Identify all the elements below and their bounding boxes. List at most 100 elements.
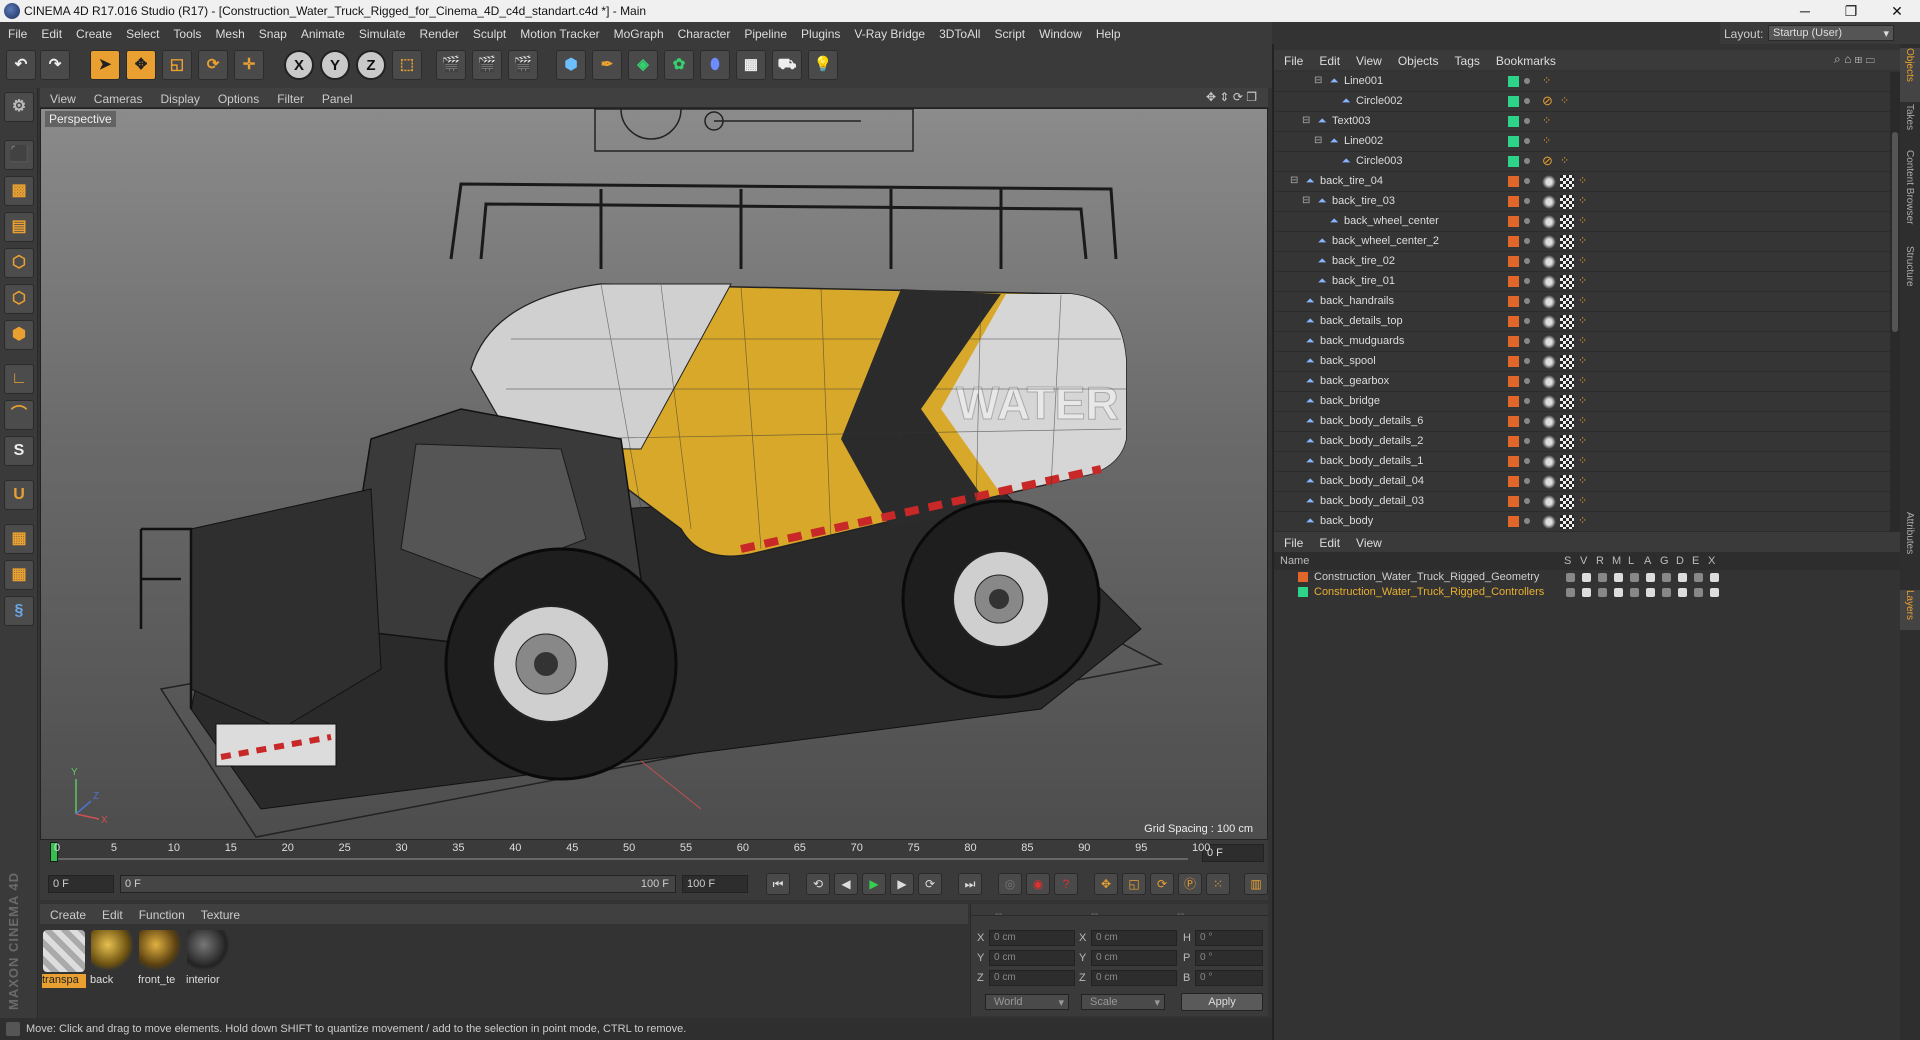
add-camera-button[interactable]: ⛟ [772, 50, 802, 80]
menu-animate[interactable]: Animate [293, 22, 351, 41]
play-button[interactable]: ▶ [862, 873, 886, 895]
timeline-window-button[interactable]: ▥ [1244, 873, 1268, 895]
layer-flag-toggle[interactable] [1630, 588, 1639, 597]
layer-color-swatch[interactable] [1508, 516, 1519, 527]
material-tag-icon[interactable] [1542, 415, 1556, 429]
weight-tag-icon[interactable]: ⁘ [1578, 514, 1587, 527]
texture-tag-icon[interactable] [1560, 415, 1574, 429]
material-tag-icon[interactable] [1542, 475, 1556, 489]
layer-column-s[interactable]: S [1564, 555, 1571, 567]
add-nurbs-button[interactable]: ◈ [628, 50, 658, 80]
texture-tag-icon[interactable] [1560, 515, 1574, 529]
preview-range-slider[interactable]: 0 F 100 F [120, 875, 676, 893]
layer-color-swatch[interactable] [1298, 572, 1308, 582]
visibility-dot[interactable] [1524, 258, 1530, 264]
texture-tag-icon[interactable] [1560, 335, 1574, 349]
object-menu-objects[interactable]: Objects [1388, 50, 1445, 68]
material-tag-icon[interactable] [1542, 275, 1556, 289]
planar-workplane-button[interactable]: ▦ [4, 560, 34, 590]
side-tab-content-browser[interactable]: Content Browser [1900, 150, 1920, 244]
weight-tag-icon[interactable]: ⁘ [1578, 414, 1587, 427]
maximize-view-icon[interactable]: ❐ [1246, 90, 1257, 104]
material-tag-icon[interactable] [1542, 515, 1556, 529]
keyframe-selection-button[interactable]: ? [1054, 873, 1078, 895]
orbit-icon[interactable]: ⟳ [1233, 90, 1243, 104]
make-editable-button[interactable]: ⚙ [4, 92, 34, 122]
autokey-button[interactable]: ◉ [1026, 873, 1050, 895]
material-tag-icon[interactable] [1542, 375, 1556, 389]
weight-tag-icon[interactable]: ⁘ [1578, 234, 1587, 247]
add-light-button[interactable]: 💡 [808, 50, 838, 80]
texture-tag-icon[interactable] [1560, 255, 1574, 269]
object-row[interactable]: ⏶ back_mudguards ⁘ [1274, 332, 1890, 352]
visibility-dot[interactable] [1524, 358, 1530, 364]
undo-button[interactable]: ↶ [6, 50, 36, 80]
rotate-tool-button[interactable]: ⟳ [198, 50, 228, 80]
menu-script[interactable]: Script [986, 22, 1031, 41]
viewport-menu-options[interactable]: Options [208, 88, 267, 106]
size-y-field[interactable]: 0 cm [1091, 950, 1177, 966]
layer-color-swatch[interactable] [1508, 196, 1519, 207]
pos-z-field[interactable]: 0 cm [989, 970, 1075, 986]
layer-flag-toggle[interactable] [1678, 588, 1687, 597]
menu-render[interactable]: Render [412, 22, 465, 41]
texture-tag-icon[interactable] [1560, 315, 1574, 329]
material-tag-icon[interactable] [1542, 175, 1556, 189]
layer-flag-toggle[interactable] [1710, 588, 1719, 597]
model-mode-button[interactable]: ⬛ [4, 140, 34, 170]
object-row[interactable]: ⏶ back_wheel_center_2 ⁘ [1274, 232, 1890, 252]
texture-tag-icon[interactable] [1560, 475, 1574, 489]
weight-tag-icon[interactable]: ⁘ [1578, 494, 1587, 507]
expand-toggle-icon[interactable]: ⊟ [1302, 195, 1310, 206]
texture-tag-icon[interactable] [1560, 275, 1574, 289]
viewport-menu-display[interactable]: Display [150, 88, 207, 106]
object-row[interactable]: ⏶ back_body_detail_03 ⁘ [1274, 492, 1890, 512]
menu-3dtoall[interactable]: 3DToAll [931, 22, 986, 41]
menu-snap[interactable]: Snap [251, 22, 293, 41]
menu-help[interactable]: Help [1088, 22, 1127, 41]
key-parameter-button[interactable]: Ⓟ [1178, 873, 1202, 895]
menu-sculpt[interactable]: Sculpt [465, 22, 512, 41]
layer-row[interactable]: Construction_Water_Truck_Rigged_Controll… [1274, 585, 1902, 601]
size-mode-dropdown[interactable]: Scale ▾ [1081, 994, 1165, 1010]
weight-tag-icon[interactable]: ⁘ [1578, 394, 1587, 407]
menu-file[interactable]: File [0, 22, 33, 41]
add-cube-button[interactable]: ⬢ [556, 50, 586, 80]
texture-tag-icon[interactable] [1560, 395, 1574, 409]
layer-flag-toggle[interactable] [1678, 573, 1687, 582]
layer-column-x[interactable]: X [1708, 555, 1715, 567]
layer-flag-toggle[interactable] [1598, 588, 1607, 597]
material-menu-edit[interactable]: Edit [92, 904, 129, 922]
visibility-dot[interactable] [1524, 138, 1530, 144]
visibility-dot[interactable] [1524, 398, 1530, 404]
texture-tag-icon[interactable] [1560, 375, 1574, 389]
snap-button[interactable]: S [4, 436, 34, 466]
viewport-menu-view[interactable]: View [40, 88, 84, 106]
material-menu-texture[interactable]: Texture [191, 904, 246, 922]
layer-flag-toggle[interactable] [1662, 588, 1671, 597]
visibility-dot[interactable] [1524, 118, 1530, 124]
timeline[interactable]: 0 F 0 5 10 15 20 25 30 35 40 45 50 55 60 65 70 75 80 85 90… [40, 840, 1268, 868]
rot-b-field[interactable]: 0 ° [1195, 970, 1263, 986]
layer-column-g[interactable]: G [1660, 555, 1669, 567]
layer-color-swatch[interactable] [1508, 236, 1519, 247]
visibility-dot[interactable] [1524, 158, 1530, 164]
viewport-menu-cameras[interactable]: Cameras [84, 88, 151, 106]
add-spline-button[interactable]: ✒ [592, 50, 622, 80]
expand-toggle-icon[interactable]: ⊟ [1314, 135, 1322, 146]
material-tag-icon[interactable] [1542, 195, 1556, 209]
layer-color-swatch[interactable] [1508, 456, 1519, 467]
next-frame-button[interactable]: ▶ [890, 873, 914, 895]
menu-tools[interactable]: Tools [165, 22, 207, 41]
side-tab-structure[interactable]: Structure [1900, 246, 1920, 306]
material-slot[interactable]: front_te [138, 930, 182, 990]
texture-tag-icon[interactable] [1560, 215, 1574, 229]
object-row[interactable]: ⏶ back_details_top ⁘ [1274, 312, 1890, 332]
visibility-dot[interactable] [1524, 478, 1530, 484]
layer-flag-toggle[interactable] [1646, 588, 1655, 597]
size-z-field[interactable]: 0 cm [1091, 970, 1177, 986]
material-slot[interactable]: transpa [42, 930, 86, 990]
goto-end-button[interactable]: ⏭ [958, 873, 982, 895]
weight-tag-icon[interactable]: ⁘ [1578, 474, 1587, 487]
object-row[interactable]: ⏶ back_bridge ⁘ [1274, 392, 1890, 412]
